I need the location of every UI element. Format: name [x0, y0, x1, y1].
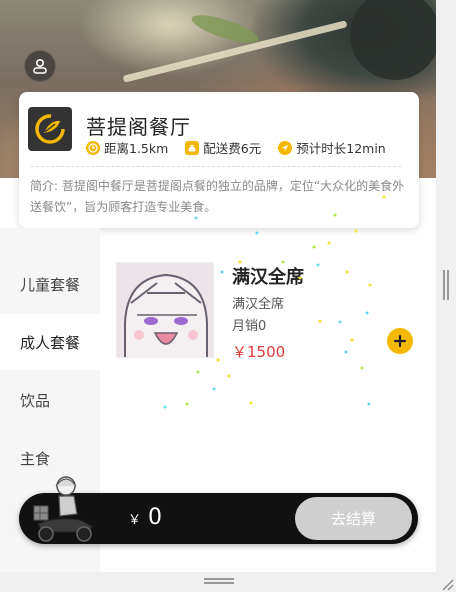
shop-intro: 简介: 菩提阁中餐厅是菩提阁点餐的独立的品牌，定位“大众化的美食外送餐饮”，旨为…	[30, 179, 405, 214]
horizontal-resize-handle[interactable]	[204, 578, 234, 584]
category-label: 饮品	[20, 391, 51, 410]
estimated-time-info: 预计时长12min	[278, 138, 386, 157]
add-to-cart-button[interactable]	[387, 328, 413, 354]
checkout-button[interactable]: 去结算	[295, 497, 412, 540]
shop-meta: 距离1.5km 配送费6元 预计时长12min	[86, 138, 386, 157]
currency-symbol: ￥	[128, 513, 142, 528]
cart-total: ￥ 0	[128, 505, 162, 530]
food-description: 满汉全席	[232, 297, 285, 312]
category-item-drinks[interactable]: 饮品	[0, 372, 100, 428]
delivery-fee-text: 配送费6元	[203, 141, 262, 156]
category-item-adult-set[interactable]: 成人套餐	[0, 314, 100, 370]
shop-info-card: 菩提阁餐厅 距离1.5km 配送费6元 预计时长12min 简介: 菩提阁中餐厅…	[19, 92, 419, 228]
window-resize-corner-icon[interactable]	[440, 576, 454, 591]
category-label: 成人套餐	[20, 333, 81, 352]
category-item-children-set[interactable]: 儿童套餐	[0, 256, 100, 312]
user-icon[interactable]	[24, 50, 56, 82]
estimated-time-text: 预计时长12min	[296, 141, 386, 156]
cart-total-amount: 0	[148, 505, 163, 530]
clock-icon	[86, 140, 100, 155]
food-item[interactable]: 满汉全席 满汉全席 月销0 ￥1500	[116, 262, 416, 362]
navigation-icon	[278, 140, 293, 155]
divider	[31, 166, 401, 167]
delivery-rider-icon	[30, 474, 100, 544]
food-price: ￥1500	[232, 343, 286, 361]
category-label: 主食	[20, 449, 51, 468]
money-bag-icon	[185, 140, 200, 155]
shop-name: 菩提阁餐厅	[86, 115, 191, 139]
plus-icon	[393, 334, 407, 348]
food-monthly-sales: 月销0	[232, 319, 267, 334]
food-image	[116, 262, 214, 358]
category-label: 儿童套餐	[20, 275, 81, 294]
food-name: 满汉全席	[232, 267, 304, 288]
shop-logo	[28, 107, 72, 151]
vertical-resize-handle[interactable]	[443, 270, 449, 300]
delivery-fee-info: 配送费6元	[185, 138, 261, 157]
phone-screen: 菩提阁餐厅 距离1.5km 配送费6元 预计时长12min 简介: 菩提阁中餐厅…	[0, 0, 436, 572]
distance-text: 距离1.5km	[104, 141, 169, 156]
distance-info: 距离1.5km	[86, 138, 168, 157]
